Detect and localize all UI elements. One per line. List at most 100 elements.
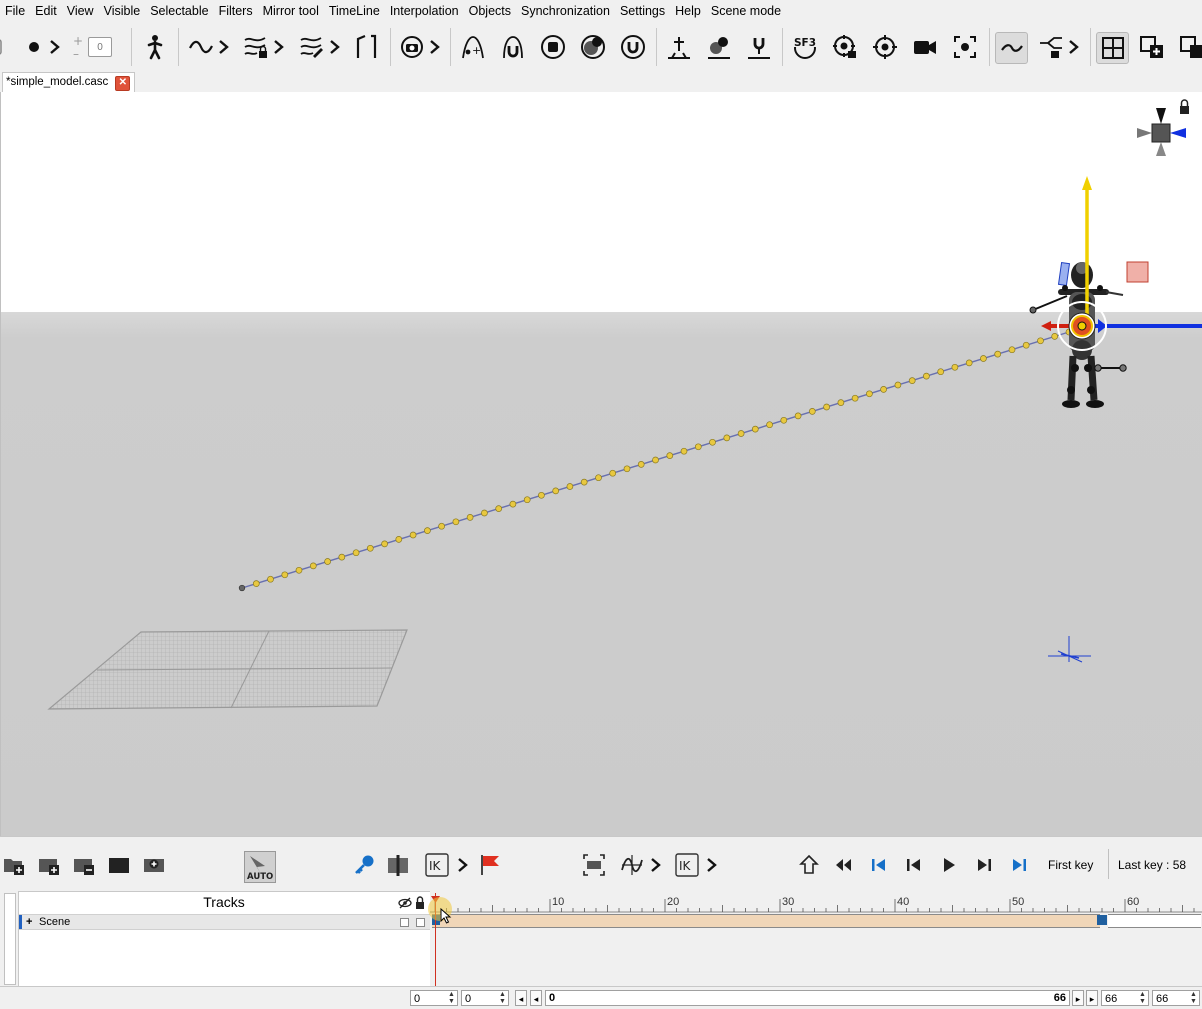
window-add-2-icon[interactable] xyxy=(1178,32,1202,62)
previous-frame-icon[interactable] xyxy=(902,853,926,877)
scene-range-bar[interactable] xyxy=(432,914,1100,928)
track-remove-icon[interactable] xyxy=(72,853,96,877)
magnet-icon[interactable] xyxy=(499,32,527,62)
motion-path-key[interactable] xyxy=(509,500,517,508)
partial-icon[interactable] xyxy=(0,32,14,62)
motion-path-key[interactable] xyxy=(267,575,274,583)
wave-icon[interactable] xyxy=(995,32,1028,64)
bracket-icon[interactable] xyxy=(352,32,380,62)
motion-path-key[interactable] xyxy=(238,584,246,592)
chevron-right-icon[interactable] xyxy=(46,32,64,62)
sphere-icon[interactable] xyxy=(579,32,607,62)
motion-path-key[interactable] xyxy=(595,474,602,482)
menu-view[interactable]: View xyxy=(62,0,99,22)
motion-path-key[interactable] xyxy=(252,580,260,587)
menu-interpolation[interactable]: Interpolation xyxy=(385,0,464,22)
key-icon[interactable] xyxy=(352,853,376,877)
motion-path-key[interactable] xyxy=(980,355,987,362)
curve-icon[interactable] xyxy=(187,32,215,62)
motion-path-key[interactable] xyxy=(894,381,902,389)
start-range-spinbox[interactable]: 0 ▲ ▼ xyxy=(410,990,458,1006)
zoom-spinbox[interactable]: 0 xyxy=(88,37,112,57)
menu-scene-mode[interactable]: Scene mode xyxy=(706,0,786,22)
motion-path-key[interactable] xyxy=(452,518,460,526)
motion-path-key[interactable] xyxy=(409,531,417,539)
branch-lock-icon[interactable] xyxy=(1037,32,1065,62)
motion-path-key[interactable] xyxy=(438,522,445,530)
motion-path-key[interactable] xyxy=(851,394,859,402)
motion-path-key[interactable] xyxy=(1051,333,1059,340)
motion-path-key[interactable] xyxy=(1008,346,1016,354)
frame-scrollbar[interactable]: 0 66 xyxy=(545,990,1070,1006)
track-visible-checkbox[interactable] xyxy=(400,918,409,927)
motion-path-key[interactable] xyxy=(994,350,1002,358)
ik-icon-2[interactable]: IK xyxy=(675,853,699,877)
play-icon[interactable] xyxy=(937,853,961,877)
motion-path-key[interactable] xyxy=(680,447,688,455)
lock-icon[interactable] xyxy=(415,896,425,909)
menu-settings[interactable]: Settings xyxy=(615,0,670,22)
motion-path-key[interactable] xyxy=(823,403,830,411)
motion-path-key[interactable] xyxy=(552,487,560,495)
motion-path-key[interactable] xyxy=(737,430,745,437)
offset-spinbox[interactable]: 0 ▲ ▼ xyxy=(461,990,509,1006)
track-row-scene[interactable]: + Scene xyxy=(19,914,430,930)
last-key-icon[interactable] xyxy=(1007,853,1031,877)
motion-path-key[interactable] xyxy=(352,549,360,557)
motion-path-key[interactable] xyxy=(481,509,488,517)
motion-path-key[interactable] xyxy=(523,496,531,504)
expand-track-icon[interactable]: + xyxy=(26,915,32,929)
motion-path-key[interactable] xyxy=(723,434,731,442)
chevron-right-icon[interactable] xyxy=(271,32,287,62)
spin-arrows-icon[interactable]: ▲ ▼ xyxy=(1137,991,1148,1005)
split-key-icon[interactable] xyxy=(386,853,410,877)
motion-path-key[interactable] xyxy=(324,558,331,565)
chevron-right-icon[interactable] xyxy=(427,32,443,62)
rewind-icon[interactable] xyxy=(832,853,856,877)
motion-path-key[interactable] xyxy=(694,443,702,451)
motion-path-key[interactable] xyxy=(580,478,588,486)
end-range-spinbox[interactable]: 66 ▲ ▼ xyxy=(1101,990,1149,1006)
magnet-circle-icon[interactable] xyxy=(619,32,647,62)
motion-path-key[interactable] xyxy=(751,425,759,433)
tracks-scrollbar[interactable] xyxy=(4,893,16,985)
motion-path-key[interactable] xyxy=(366,544,374,552)
target-lock-icon[interactable] xyxy=(831,32,859,62)
pin-sphere-icon[interactable] xyxy=(705,32,733,62)
scroll-next-button[interactable]: ▸ xyxy=(1072,990,1084,1006)
motion-path-key[interactable] xyxy=(538,491,545,499)
motion-path-key[interactable] xyxy=(794,412,802,420)
path-point-icon[interactable]: + xyxy=(459,32,487,62)
motion-path-key[interactable] xyxy=(880,386,887,393)
menu-selectable[interactable]: Selectable xyxy=(145,0,213,22)
chevron-right-icon[interactable] xyxy=(1066,32,1082,62)
motion-path-key[interactable] xyxy=(709,438,716,446)
end-key-marker[interactable] xyxy=(1097,915,1107,925)
add-remove-icon[interactable]: + – xyxy=(64,32,88,62)
menu-timeline[interactable]: TimeLine xyxy=(324,0,385,22)
menu-visible[interactable]: Visible xyxy=(99,0,146,22)
motion-path-key[interactable] xyxy=(381,540,388,548)
curve-editor-icon[interactable] xyxy=(620,853,644,877)
motion-path-key[interactable] xyxy=(466,514,474,521)
3d-viewport[interactable] xyxy=(0,92,1202,836)
motion-path-key[interactable] xyxy=(766,421,773,429)
close-tab-button[interactable]: ✕ xyxy=(115,76,131,91)
document-tab[interactable]: *simple_model.casc ✕ xyxy=(2,72,136,92)
spin-arrows-icon[interactable]: ▲ ▼ xyxy=(446,991,457,1005)
motion-path-key[interactable] xyxy=(937,368,945,376)
camera-rotate-icon[interactable] xyxy=(398,32,426,62)
chevron-right-icon[interactable] xyxy=(327,32,343,62)
menu-objects[interactable]: Objects xyxy=(464,0,516,22)
motion-path-key[interactable] xyxy=(1022,341,1030,349)
curve-lock-icon[interactable] xyxy=(242,32,270,62)
motion-path-key[interactable] xyxy=(309,562,317,570)
menu-filters[interactable]: Filters xyxy=(214,0,258,22)
motion-path-key[interactable] xyxy=(566,483,574,490)
video-camera-icon[interactable] xyxy=(911,32,939,62)
frame-target-icon[interactable] xyxy=(951,32,979,62)
visibility-toggle-icon[interactable] xyxy=(398,897,412,909)
menu-edit[interactable]: Edit xyxy=(30,0,62,22)
scroll-first-button[interactable]: ◂ xyxy=(515,990,527,1006)
point-icon[interactable] xyxy=(20,32,48,62)
